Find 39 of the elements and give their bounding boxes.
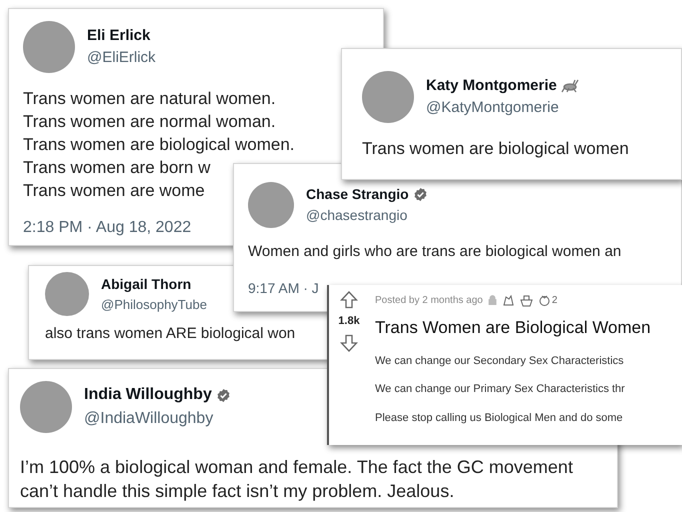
author-name[interactable]: India Willoughby <box>84 383 212 407</box>
downvote-icon[interactable] <box>340 334 358 352</box>
verified-badge-icon <box>216 388 231 402</box>
avatar <box>20 381 72 433</box>
avatar <box>248 182 294 228</box>
author-handle[interactable]: @KatyMontgomerie <box>426 97 579 120</box>
post-text: Women and girls who are trans are biological women an <box>248 242 622 262</box>
avatar <box>362 71 414 123</box>
vote-count: 1.8k <box>338 314 360 329</box>
avatar <box>23 21 75 73</box>
author-handle[interactable]: @EliErlick <box>87 47 156 70</box>
author-handle[interactable]: @PhilosophyTube <box>101 294 207 314</box>
post-text: Trans women are wome <box>23 180 205 202</box>
timestamp[interactable]: 9:17 AM · J <box>248 278 319 299</box>
post-text: Please stop calling us Biological Men and do some <box>375 410 624 426</box>
post-text: also trans women ARE biological won <box>45 324 296 344</box>
post-meta: Posted by 2 months ago <box>375 294 483 308</box>
post-text: We can change our Secondary Sex Characteristics <box>375 354 625 368</box>
upvote-icon[interactable] <box>340 291 358 309</box>
post-text: Trans women are born w <box>23 157 210 179</box>
post-text: Trans women are biological women. <box>23 134 294 156</box>
author-name[interactable]: Eli Erlick <box>87 24 150 47</box>
verified-badge-icon <box>412 187 428 202</box>
avatar <box>45 272 89 316</box>
post-text: Trans women are natural women. <box>23 88 276 110</box>
timestamp[interactable]: 2:18 PM · Aug 18, 2022 <box>23 216 192 240</box>
post-title[interactable]: Trans Women are Biological Women <box>375 315 651 340</box>
post-text: Trans women are normal woman. <box>23 111 276 133</box>
author-name[interactable]: Chase Strangio <box>306 184 409 205</box>
award-count: 2 <box>552 294 558 308</box>
author-handle[interactable]: @IndiaWilloughby <box>84 407 231 431</box>
author-name[interactable]: Katy Montgomerie <box>426 74 557 97</box>
post-text: We can change our Primary Sex Characteristics thr <box>375 382 626 397</box>
insect-icon <box>560 78 579 93</box>
author-name[interactable]: Abigail Thorn <box>101 274 192 295</box>
post-text: I’m 100% a biological woman and female. The fact the GC movement can’t handle this simple fact isn’t my problem. Jealous. <box>20 456 574 503</box>
author-handle[interactable]: @chasestrangio <box>306 205 428 226</box>
post-text: Trans women are biological women <box>362 138 629 160</box>
lock-icon <box>488 295 497 305</box>
